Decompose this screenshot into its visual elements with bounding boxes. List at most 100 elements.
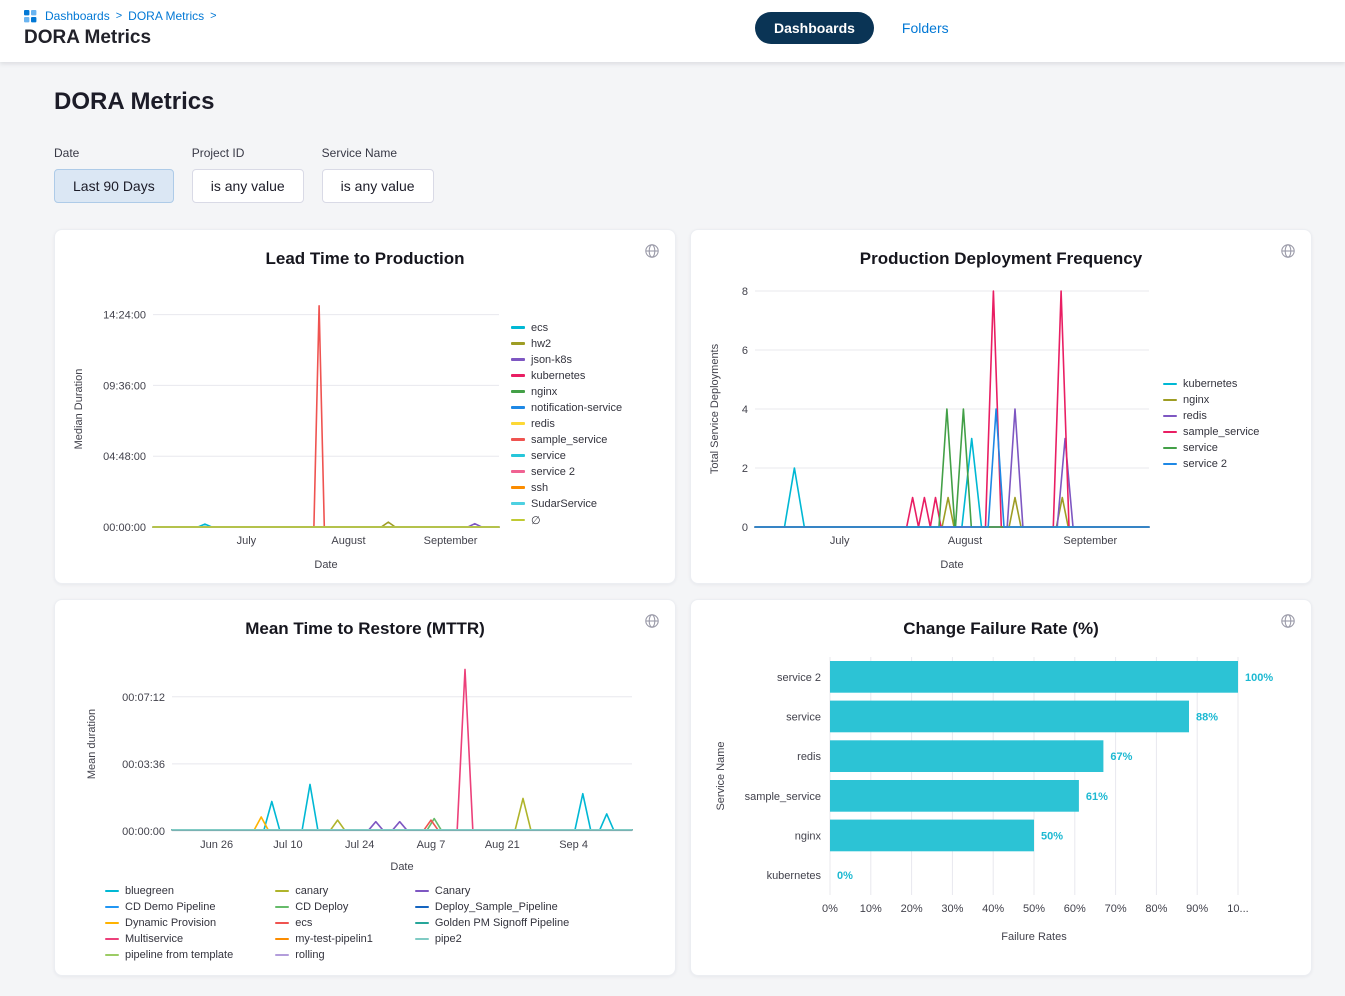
legend-item[interactable]: nginx <box>1163 394 1259 406</box>
legend-item[interactable]: hw2 <box>511 338 622 350</box>
legend-item[interactable]: ssh <box>511 482 622 494</box>
legend-item[interactable]: service 2 <box>511 466 622 478</box>
legend-item[interactable]: service 2 <box>1163 458 1259 470</box>
svg-text:sample_service: sample_service <box>745 791 821 803</box>
legend-item[interactable]: bluegreen <box>105 885 233 897</box>
svg-text:00:00:00: 00:00:00 <box>103 522 146 534</box>
legend-item[interactable]: SudarService <box>511 498 622 510</box>
legend-swatch <box>275 954 289 957</box>
legend-swatch <box>511 519 525 522</box>
deployment-frequency-chart-plot[interactable]: 02468JulyAugustSeptemberDateTotal Servic… <box>707 275 1159 573</box>
svg-text:20%: 20% <box>901 903 923 915</box>
legend-label: service 2 <box>1183 458 1227 470</box>
legend-label: Golden PM Signoff Pipeline <box>435 917 569 929</box>
legend-label: ecs <box>531 322 548 334</box>
legend-label: redis <box>531 418 555 430</box>
legend-item[interactable]: CD Demo Pipeline <box>105 901 233 913</box>
svg-text:60%: 60% <box>1064 903 1086 915</box>
legend-label: pipe2 <box>435 933 462 945</box>
legend-item[interactable]: redis <box>1163 410 1259 422</box>
svg-text:0%: 0% <box>822 903 838 915</box>
legend-item[interactable]: kubernetes <box>511 370 622 382</box>
svg-text:Jul 24: Jul 24 <box>345 839 374 851</box>
legend-item[interactable]: ecs <box>511 322 622 334</box>
legend-item[interactable]: CD Deploy <box>275 901 373 913</box>
legend-item[interactable]: ∅ <box>511 514 622 527</box>
legend-item[interactable]: nginx <box>511 386 622 398</box>
legend-label: ∅ <box>531 514 541 527</box>
legend-item[interactable]: rolling <box>275 949 373 961</box>
card-production-deployment-frequency: Production Deployment Frequency 02468Jul… <box>690 229 1312 584</box>
svg-text:00:03:36: 00:03:36 <box>122 759 165 771</box>
svg-text:Date: Date <box>940 559 963 571</box>
svg-text:Median Duration: Median Duration <box>73 369 85 450</box>
svg-text:Aug 21: Aug 21 <box>485 839 520 851</box>
globe-icon <box>644 243 660 264</box>
change-failure-rate-chart-plot[interactable]: 0%10%20%30%40%50%60%70%80%90%10...servic… <box>712 645 1290 945</box>
tab-dashboards[interactable]: Dashboards <box>755 12 874 44</box>
legend-item[interactable]: canary <box>275 885 373 897</box>
legend-item[interactable]: Canary <box>415 885 569 897</box>
breadcrumb-link-dora-metrics[interactable]: DORA Metrics <box>128 9 204 23</box>
svg-text:service: service <box>786 712 821 724</box>
legend-label: CD Deploy <box>295 901 348 913</box>
svg-text:8: 8 <box>742 286 748 298</box>
legend-item[interactable]: Multiservice <box>105 933 233 945</box>
legend-item[interactable]: pipeline from template <box>105 949 233 961</box>
charts-grid: Lead Time to Production 00:00:0004:48:00… <box>54 229 1312 976</box>
filter-date: Date Last 90 Days <box>54 146 174 203</box>
svg-text:2: 2 <box>742 463 748 475</box>
legend-item[interactable]: Deploy_Sample_Pipeline <box>415 901 569 913</box>
breadcrumb-link-dashboards[interactable]: Dashboards <box>45 9 110 23</box>
legend-swatch <box>511 486 525 489</box>
svg-text:50%: 50% <box>1041 831 1063 843</box>
legend-item[interactable]: Golden PM Signoff Pipeline <box>415 917 569 929</box>
legend-item[interactable]: sample_service <box>1163 426 1259 438</box>
page-title: DORA Metrics <box>54 88 1312 116</box>
svg-text:80%: 80% <box>1145 903 1167 915</box>
legend-item[interactable]: sample_service <box>511 434 622 446</box>
svg-text:30%: 30% <box>941 903 963 915</box>
legend-swatch <box>415 938 429 941</box>
legend-item[interactable]: json-k8s <box>511 354 622 366</box>
svg-text:100%: 100% <box>1245 672 1273 684</box>
tab-folders[interactable]: Folders <box>902 20 949 36</box>
legend-label: ssh <box>531 482 548 494</box>
legend-item[interactable]: kubernetes <box>1163 378 1259 390</box>
legend-label: Deploy_Sample_Pipeline <box>435 901 558 913</box>
legend-swatch <box>275 922 289 925</box>
breadcrumb-separator: > <box>210 10 216 22</box>
legend-label: service 2 <box>531 466 575 478</box>
top-header: Dashboards > DORA Metrics > DORA Metrics… <box>0 0 1345 62</box>
filter-date-value-button[interactable]: Last 90 Days <box>54 169 174 203</box>
legend-label: sample_service <box>1183 426 1259 438</box>
legend-label: json-k8s <box>531 354 572 366</box>
legend-item[interactable]: redis <box>511 418 622 430</box>
legend-label: kubernetes <box>1183 378 1237 390</box>
legend-item[interactable]: pipe2 <box>415 933 569 945</box>
legend-label: bluegreen <box>125 885 174 897</box>
legend-swatch <box>105 890 119 893</box>
legend-label: CD Demo Pipeline <box>125 901 215 913</box>
breadcrumb-separator: > <box>116 10 122 22</box>
mttr-chart-plot[interactable]: 00:00:0000:03:3600:07:12Jun 26Jul 10Jul … <box>84 645 646 875</box>
svg-text:09:36:00: 09:36:00 <box>103 380 146 392</box>
filter-service-name-value-button[interactable]: is any value <box>322 169 434 203</box>
legend-item[interactable]: notification-service <box>511 402 622 414</box>
legend-item[interactable]: ecs <box>275 917 373 929</box>
legend-item[interactable]: service <box>1163 442 1259 454</box>
svg-text:September: September <box>1063 535 1117 547</box>
legend-label: ecs <box>295 917 312 929</box>
chart-title-change-failure-rate: Change Failure Rate (%) <box>707 619 1295 639</box>
legend-swatch <box>105 906 119 909</box>
lead-time-chart-plot[interactable]: 00:00:0004:48:0009:36:0014:24:00JulyAugu… <box>71 275 507 573</box>
svg-text:10%: 10% <box>860 903 882 915</box>
legend-item[interactable]: my-test-pipelin1 <box>275 933 373 945</box>
svg-text:Jul 10: Jul 10 <box>273 839 302 851</box>
legend-item[interactable]: service <box>511 450 622 462</box>
legend-item[interactable]: Dynamic Provision <box>105 917 233 929</box>
filter-project-id-value-button[interactable]: is any value <box>192 169 304 203</box>
deployment-frequency-legend: kubernetes nginx redis sample_serviceservic… <box>1163 378 1259 470</box>
svg-text:40%: 40% <box>982 903 1004 915</box>
legend-swatch <box>511 406 525 409</box>
